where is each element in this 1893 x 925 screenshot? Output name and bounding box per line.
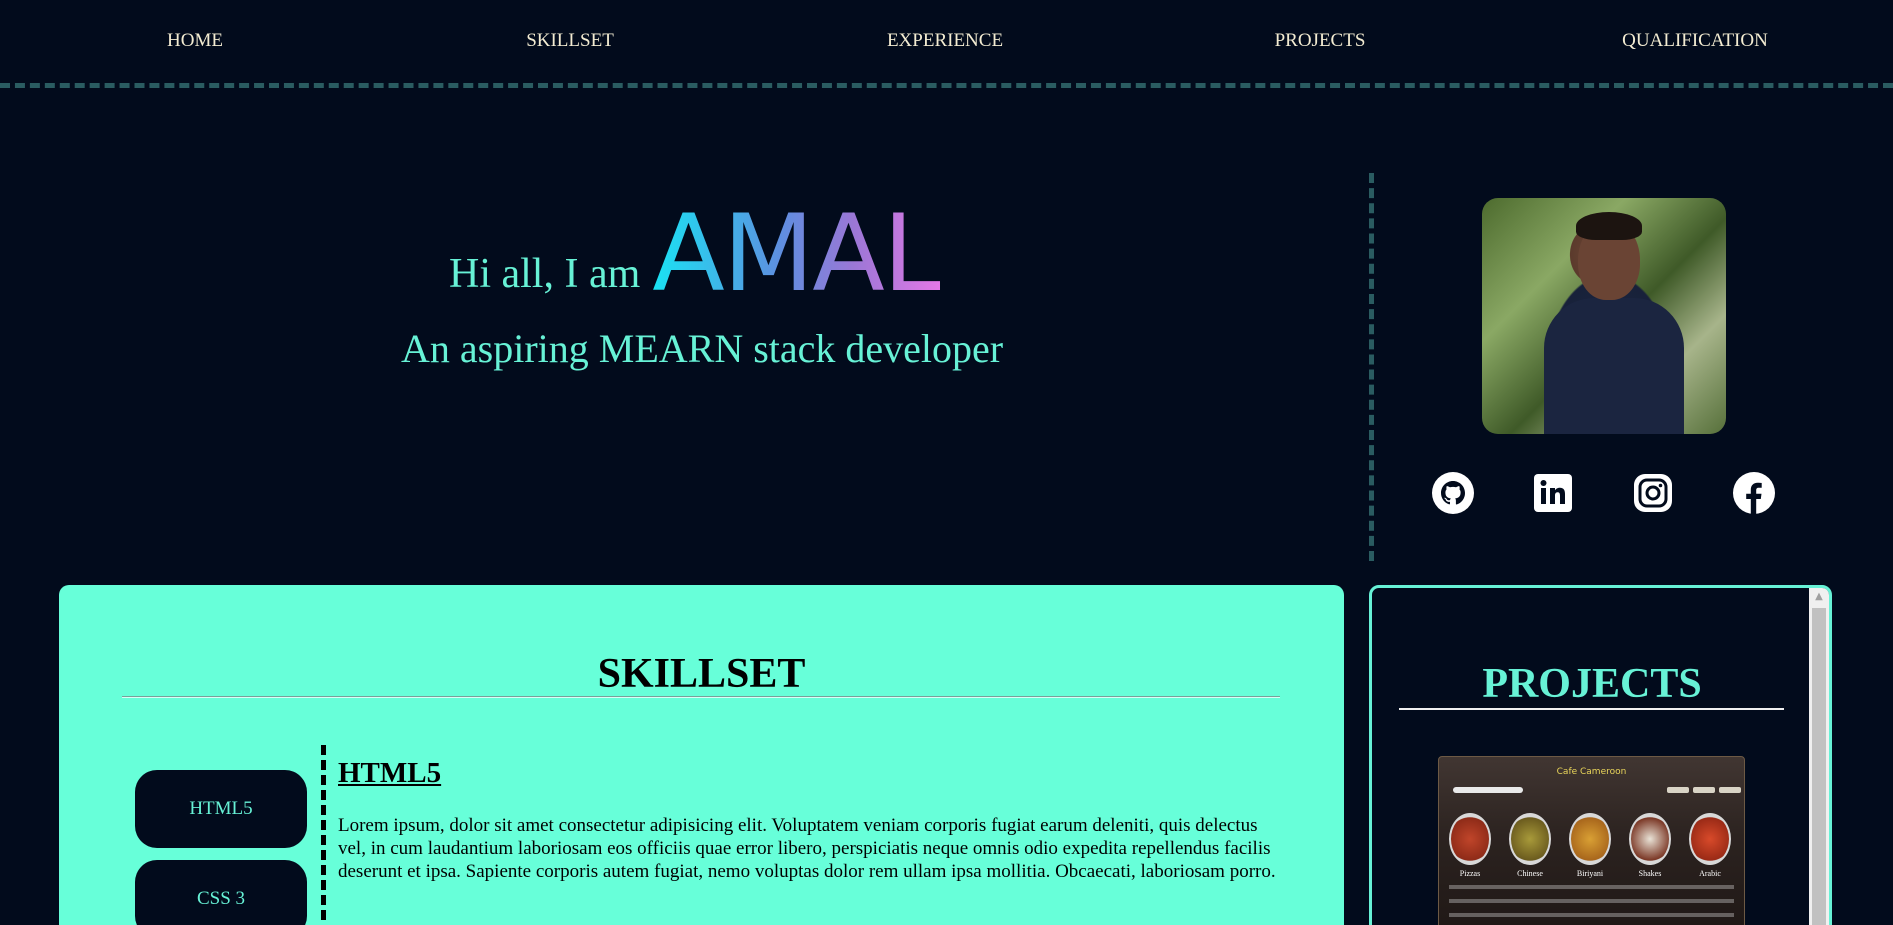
linkedin-icon[interactable] — [1532, 472, 1574, 514]
menu-row — [1449, 885, 1734, 889]
skill-button-css3[interactable]: CSS 3 — [135, 860, 307, 925]
github-icon[interactable] — [1432, 472, 1474, 514]
dish-label: Biriyani — [1576, 869, 1604, 878]
hero-greeting: Hi all, I am AMAL — [449, 192, 942, 315]
nav-qualification-link[interactable]: QUALIFICATION — [1622, 30, 1768, 52]
project-preview-card[interactable]: Cafe Cameroon Pizzas Chinese Biriyani Sh… — [1438, 756, 1745, 925]
nav-home-link[interactable]: HOME — [167, 30, 223, 52]
facebook-icon[interactable] — [1733, 472, 1775, 514]
scroll-up-arrow-icon[interactable]: ▲ — [1809, 588, 1829, 605]
projects-title: PROJECTS — [1482, 661, 1702, 707]
scroll-thumb[interactable] — [1812, 608, 1826, 925]
skillset-title: SKILLSET — [597, 651, 806, 697]
projects-divider — [1399, 708, 1784, 710]
vertical-divider — [1369, 173, 1374, 561]
dish-image-pizzas — [1449, 813, 1491, 865]
dish-image-chinese — [1509, 813, 1551, 865]
dish-image-arabic — [1689, 813, 1731, 865]
portfolio-page: HOME SKILLSET EXPERIENCE PROJECTS QUALIF… — [0, 0, 1893, 925]
skill-divider-line — [321, 745, 326, 925]
greeting-text: Hi all, I am — [449, 251, 641, 298]
project-search-bar — [1453, 787, 1523, 793]
skill-description: Lorem ipsum, dolor sit amet consectetur … — [338, 815, 1276, 882]
dish-image-shakes — [1629, 813, 1671, 865]
dish-label: Pizzas — [1459, 869, 1481, 878]
dish-label: Shakes — [1638, 869, 1662, 878]
nav-skillset-link[interactable]: SKILLSET — [526, 30, 614, 52]
hero-subtitle: An aspiring MEARN stack developer — [401, 326, 1004, 371]
top-nav: HOME SKILLSET EXPERIENCE PROJECTS QUALIF… — [0, 0, 1893, 88]
nav-experience-link[interactable]: EXPERIENCE — [887, 30, 1003, 52]
skillset-divider — [122, 696, 1280, 698]
dish-image-biriyani — [1569, 813, 1611, 865]
projects-scrollbar[interactable]: ▲ — [1809, 588, 1829, 925]
nav-projects-link[interactable]: PROJECTS — [1275, 30, 1366, 52]
menu-row — [1449, 899, 1734, 903]
skill-heading: HTML5 — [338, 757, 442, 789]
menu-row — [1449, 913, 1734, 917]
dish-label: Arabic — [1699, 869, 1721, 878]
projects-section: PROJECTS Cafe Cameroon Pizzas Chinese Bi… — [1369, 585, 1832, 925]
skill-button-html5[interactable]: HTML5 — [135, 770, 307, 848]
dish-label: Chinese — [1517, 869, 1543, 878]
profile-photo — [1482, 198, 1726, 434]
instagram-icon[interactable] — [1632, 472, 1674, 514]
skillset-section: SKILLSET HTML5 CSS 3 HTML5 Lorem ipsum, … — [59, 585, 1344, 925]
hero-name: AMAL — [652, 192, 942, 315]
project-site-title: Cafe Cameroon — [1556, 767, 1627, 777]
